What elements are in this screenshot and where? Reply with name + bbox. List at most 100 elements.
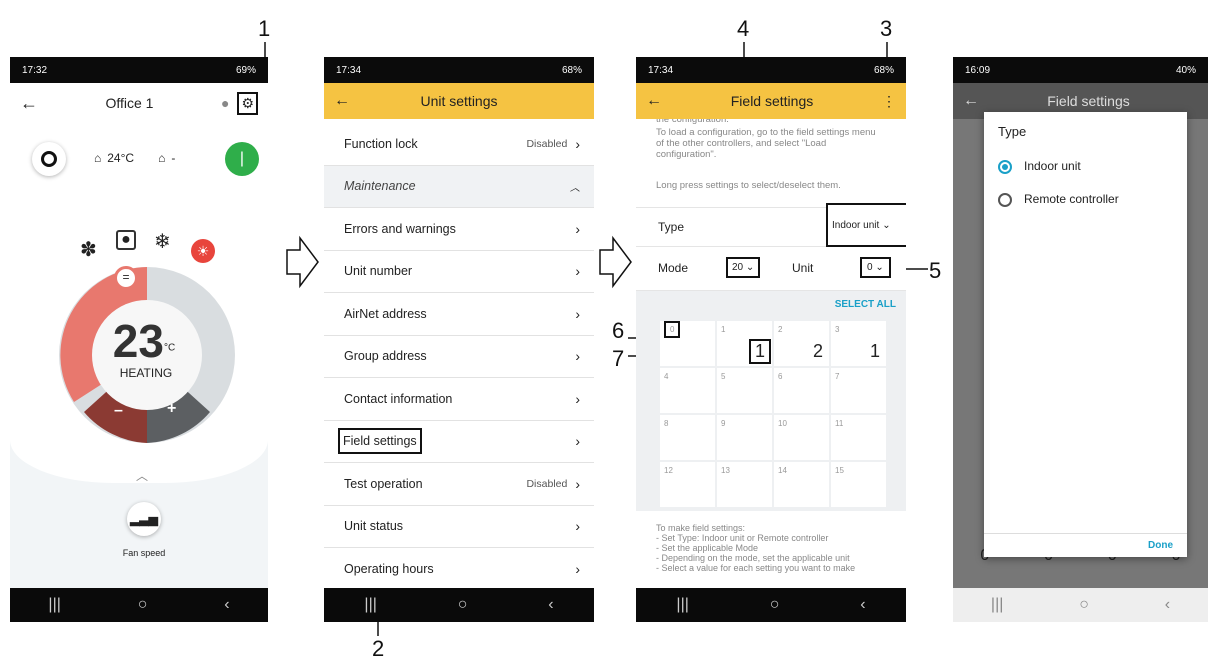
fan-mode-icon[interactable]: ✽ (80, 237, 97, 262)
chevron-right-icon: › (575, 263, 580, 280)
back-arrow-icon[interactable]: ← (646, 92, 662, 110)
heat-mode-icon[interactable]: ☀ (191, 239, 215, 263)
fan-speed-label: Fan speed (122, 548, 166, 558)
row-test-operation[interactable]: Test operation Disabled › (324, 463, 594, 506)
setting-cell[interactable]: 11 (717, 321, 772, 366)
mode-label: Mode (658, 261, 689, 275)
mode-label: HEATING (119, 366, 173, 380)
recent-apps-icon[interactable]: ||| (991, 596, 1003, 614)
cell-index: 10 (778, 419, 787, 428)
home-icon[interactable]: ○ (1079, 596, 1089, 614)
row-airnet-address[interactable]: AirNet address › (324, 293, 594, 336)
row-contact-information[interactable]: Contact information › (324, 378, 594, 421)
bell-icon[interactable]: ● (221, 95, 229, 111)
page-title: Office 1 (105, 95, 154, 111)
page-title: Unit settings (420, 93, 498, 109)
row-operating-hours[interactable]: Operating hours › (324, 548, 594, 591)
chevron-right-icon: › (575, 433, 580, 450)
footer-instructions: To make field settings: - Set Type: Indoo… (656, 523, 856, 573)
setting-cell[interactable]: 22 (774, 321, 829, 366)
back-icon[interactable]: ‹ (860, 596, 865, 614)
cell-index: 1 (721, 325, 726, 334)
cool-mode-icon[interactable]: ❄ (154, 229, 171, 254)
recent-apps-icon[interactable]: ||| (364, 596, 376, 614)
setting-cell[interactable]: 4 (660, 368, 715, 413)
setting-cell[interactable]: 31 (831, 321, 886, 366)
chevron-right-icon: › (575, 475, 580, 492)
outdoor-temp: - (171, 151, 176, 165)
setting-cell[interactable]: 8 (660, 415, 715, 460)
cell-index: 5 (721, 372, 726, 381)
chevron-right-icon: › (575, 560, 580, 577)
setting-cell[interactable]: 9 (717, 415, 772, 460)
screen-field-settings: 17:34 68% ← Field settings ⋮ the configur… (636, 57, 906, 622)
back-arrow-icon[interactable]: ← (334, 92, 350, 110)
option-indoor-unit[interactable]: Indoor unit (984, 151, 1187, 182)
indoor-temp-icon: ⌂ (94, 151, 102, 165)
row-errors-warnings[interactable]: Errors and warnings › (324, 208, 594, 251)
more-options-icon[interactable]: ⋮ (882, 93, 896, 110)
back-icon[interactable]: ‹ (1165, 596, 1170, 614)
row-field-settings[interactable]: Field settings › (324, 421, 594, 463)
dry-mode-icon[interactable]: ● (116, 230, 136, 250)
option-remote-controller[interactable]: Remote controller (984, 182, 1187, 217)
cell-index: 9 (721, 419, 726, 428)
decrease-button[interactable]: – (114, 402, 123, 420)
row-unit-status[interactable]: Unit status › (324, 506, 594, 548)
mode-select[interactable]: 20 ⌄ (726, 257, 761, 278)
back-arrow-icon[interactable]: ← (20, 93, 38, 114)
row-unit-number[interactable]: Unit number › (324, 251, 594, 293)
setting-cell[interactable]: 10 (774, 415, 829, 460)
setting-cell[interactable]: 7 (831, 368, 886, 413)
row-function-lock[interactable]: Function lock Disabled › (324, 123, 594, 166)
intro-text: To load a configuration, go to the field… (656, 127, 876, 160)
back-arrow-icon[interactable]: ← (963, 92, 979, 110)
setting-cell[interactable]: 15 (831, 462, 886, 507)
increase-button[interactable]: + (167, 400, 176, 418)
recent-apps-icon[interactable]: ||| (48, 596, 60, 614)
setpoint-value: 23 (112, 315, 164, 367)
system-nav: ||| ○ ‹ (636, 588, 906, 622)
done-button[interactable]: Done (1148, 540, 1173, 551)
system-nav: ||| ○ ‹ (10, 588, 268, 622)
system-nav: ||| ○ ‹ (953, 588, 1208, 622)
page-title: Field settings (730, 93, 814, 109)
cell-index: 13 (721, 466, 730, 475)
setting-cell[interactable]: 6 (774, 368, 829, 413)
chevron-right-icon: › (575, 135, 580, 152)
type-select[interactable]: Indoor unit ⌄ (826, 203, 906, 247)
home-icon[interactable]: ○ (138, 596, 148, 614)
setting-cell[interactable]: 5 (717, 368, 772, 413)
chevron-up-icon[interactable]: ︿ (136, 467, 148, 484)
home-icon[interactable]: ○ (458, 596, 468, 614)
fan-speed-button[interactable]: ▂▃▅ (127, 502, 161, 536)
hint-text: Long press settings to select/deselect t… (656, 180, 841, 191)
setting-cell[interactable]: 11 (831, 415, 886, 460)
cell-index: 11 (835, 419, 844, 428)
cell-index: 12 (664, 466, 673, 475)
radio-unselected-icon (998, 192, 1012, 207)
setpoint-handle[interactable]: = (114, 266, 138, 290)
system-nav: ||| ○ ‹ (324, 588, 594, 622)
home-icon[interactable]: ○ (770, 596, 780, 614)
setting-cell[interactable]: 12 (660, 462, 715, 507)
power-button[interactable]: | (225, 142, 259, 176)
row-group-address[interactable]: Group address › (324, 336, 594, 378)
section-maintenance[interactable]: Maintenance ︿ (324, 165, 594, 208)
indoor-temp: 24°C (107, 151, 135, 165)
select-all-button[interactable]: SELECT ALL (835, 299, 896, 310)
off-button[interactable] (32, 142, 66, 176)
recent-apps-icon[interactable]: ||| (676, 596, 688, 614)
page-title: Field settings (1047, 93, 1130, 109)
setting-cell[interactable]: 13 (717, 462, 772, 507)
setting-cell[interactable]: 14 (774, 462, 829, 507)
back-icon[interactable]: ‹ (224, 596, 229, 614)
unit-select[interactable]: 0 ⌄ (860, 257, 891, 278)
setting-cell[interactable]: 0 (660, 321, 715, 366)
chevron-right-icon: › (575, 390, 580, 407)
status-bar: 16:09 40% (953, 57, 1208, 83)
gear-icon[interactable]: ⚙ (237, 91, 258, 115)
chevron-right-icon: › (575, 220, 580, 237)
screen-unit-settings: 17:34 68% ← Unit settings Function lock Di… (324, 57, 594, 622)
back-icon[interactable]: ‹ (548, 596, 553, 614)
